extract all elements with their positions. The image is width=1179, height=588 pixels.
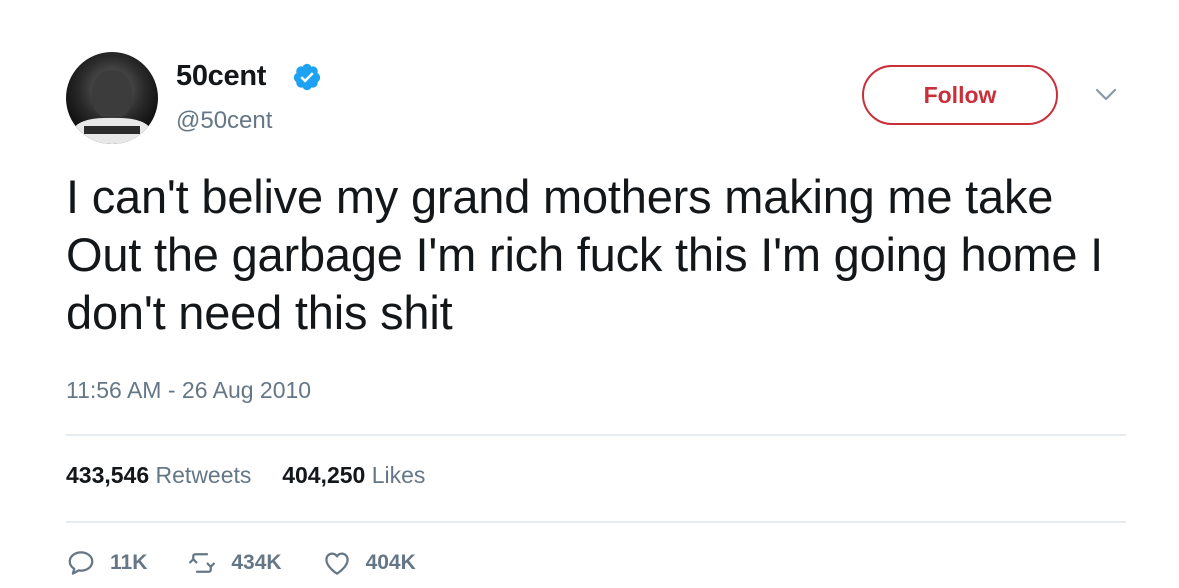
likes-label: Likes <box>371 462 426 488</box>
tweet-actions: 11K 434K 404K <box>66 546 456 580</box>
tweet-stats: 433,546 Retweets 404,250 Likes <box>66 462 425 489</box>
tweet-timestamp[interactable]: 11:56 AM - 26 Aug 2010 <box>66 377 311 404</box>
author-handle[interactable]: @50cent <box>176 107 272 135</box>
verified-badge-icon <box>293 63 321 91</box>
divider-top <box>66 434 1126 436</box>
avatar-shirt-print <box>84 126 140 134</box>
retweet-button[interactable]: 434K <box>187 548 282 578</box>
follow-button[interactable]: Follow <box>862 65 1058 125</box>
avatar[interactable] <box>66 52 158 144</box>
like-count: 404K <box>365 551 416 574</box>
chevron-down-icon[interactable] <box>1094 86 1118 104</box>
likes-stat[interactable]: 404,250 Likes <box>282 462 425 488</box>
retweets-count: 433,546 <box>66 462 150 488</box>
heart-icon <box>324 552 349 575</box>
reply-count: 11K <box>110 551 148 574</box>
retweet-icon <box>189 553 216 573</box>
author-name[interactable]: 50cent <box>176 60 266 93</box>
divider-bottom <box>66 521 1126 523</box>
likes-count: 404,250 <box>282 462 366 488</box>
reply-icon <box>68 551 94 575</box>
retweet-count: 434K <box>231 551 282 574</box>
reply-button[interactable]: 11K <box>66 548 147 578</box>
like-button[interactable]: 404K <box>322 548 416 578</box>
avatar-face <box>92 70 132 118</box>
retweets-label: Retweets <box>155 462 252 488</box>
tweet-text: I can't belive my grand mothers making m… <box>66 170 1104 339</box>
tweet-card: 50cent @50cent Follow I can't belive my … <box>0 0 1179 588</box>
retweets-stat[interactable]: 433,546 Retweets <box>66 462 258 488</box>
